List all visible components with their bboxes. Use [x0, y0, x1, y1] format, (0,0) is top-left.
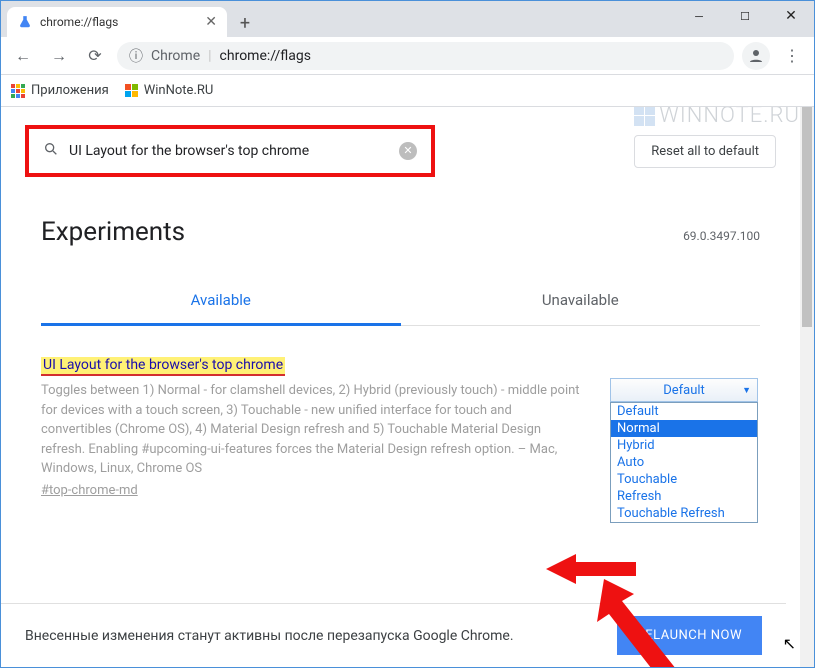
new-tab-button[interactable]: +	[231, 9, 259, 37]
clear-search-icon[interactable]: ✕	[399, 142, 417, 160]
tab-unavailable[interactable]: Unavailable	[401, 277, 761, 325]
address-bar[interactable]: ⓘ Chrome | chrome://flags	[117, 42, 734, 70]
reset-all-button[interactable]: Reset all to default	[634, 135, 776, 168]
dropdown-option[interactable]: Default	[611, 403, 757, 420]
dropdown-option[interactable]: Touchable	[611, 471, 757, 488]
dropdown-option[interactable]: Auto	[611, 454, 757, 471]
apps-shortcut[interactable]: Приложения	[11, 83, 109, 98]
winnote-icon	[125, 84, 138, 97]
relaunch-button[interactable]: RELAUNCH NOW	[617, 616, 762, 655]
tab-title: chrome://flags	[40, 15, 198, 29]
site-info-icon[interactable]: ⓘ	[129, 46, 143, 66]
tab-available[interactable]: Available	[41, 277, 401, 326]
browser-toolbar: ← → ⟳ ⓘ Chrome | chrome://flags ⋮	[1, 37, 814, 75]
close-window-button[interactable]: ✕	[768, 1, 814, 31]
profile-icon[interactable]	[742, 42, 770, 70]
flag-hash-link[interactable]: #top-chrome-md	[41, 483, 138, 498]
bookmark-label: WinNote.RU	[144, 83, 214, 98]
menu-button[interactable]: ⋮	[778, 42, 806, 70]
forward-button[interactable]: →	[45, 42, 73, 70]
chrome-version: 69.0.3497.100	[683, 229, 760, 243]
dropdown-option[interactable]: Normal	[611, 420, 757, 437]
reload-button[interactable]: ⟳	[81, 42, 109, 70]
flags-tabs: Available Unavailable	[41, 277, 760, 326]
scrollbar-thumb[interactable]	[802, 107, 812, 327]
flags-search-input[interactable]	[69, 143, 389, 159]
bookmarks-bar: Приложения WinNote.RU	[1, 75, 814, 107]
titlebar: chrome://flags ✕ + ─ ☐ ✕	[1, 1, 814, 37]
tabstrip: chrome://flags ✕ +	[1, 1, 259, 37]
minimize-button[interactable]: ─	[676, 1, 722, 31]
dropdown-option[interactable]: Hybrid	[611, 437, 757, 454]
flask-icon	[17, 14, 33, 30]
tab-close-icon[interactable]: ✕	[205, 14, 217, 30]
apps-icon	[11, 84, 25, 98]
browser-tab[interactable]: chrome://flags ✕	[7, 7, 227, 37]
bookmark-winnote[interactable]: WinNote.RU	[125, 83, 214, 98]
dropdown-option[interactable]: Touchable Refresh	[611, 505, 757, 522]
flag-select[interactable]: Default DefaultNormalHybridAutoTouchable…	[610, 378, 758, 523]
url-divider: |	[208, 48, 211, 64]
flag-select-button[interactable]: Default	[610, 378, 758, 402]
maximize-button[interactable]: ☐	[722, 1, 768, 31]
scrollbar[interactable]	[800, 107, 814, 667]
page-title: Experiments	[41, 217, 185, 247]
flag-dropdown[interactable]: DefaultNormalHybridAutoTouchableRefreshT…	[610, 402, 758, 523]
flags-search[interactable]: ✕	[33, 133, 427, 169]
page-content: WINNOTE.RU ✕ Reset all to default Experi…	[1, 107, 814, 667]
search-highlight-box: ✕	[25, 125, 435, 177]
back-button[interactable]: ←	[9, 42, 37, 70]
footer-message: Внесенные изменения станут активны после…	[25, 628, 514, 644]
dropdown-option[interactable]: Refresh	[611, 488, 757, 505]
window-controls: ─ ☐ ✕	[676, 1, 814, 31]
url-text: chrome://flags	[220, 48, 311, 64]
relaunch-footer: Внесенные изменения станут активны после…	[1, 603, 786, 667]
flag-title: UI Layout for the browser's top chrome	[41, 357, 285, 376]
apps-label: Приложения	[31, 83, 109, 98]
flag-description: Toggles between 1) Normal - for clamshel…	[41, 381, 581, 479]
flag-entry: UI Layout for the browser's top chrome T…	[1, 326, 800, 498]
search-icon	[43, 141, 59, 161]
url-prefix: Chrome	[151, 48, 200, 64]
